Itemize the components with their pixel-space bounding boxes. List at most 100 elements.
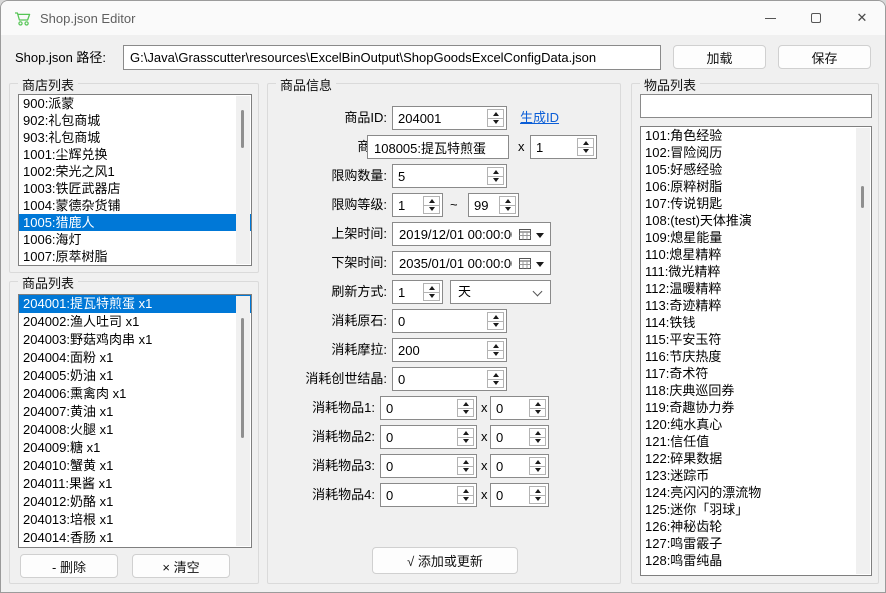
spinner-buttons[interactable] — [457, 428, 474, 446]
maximize-button[interactable] — [793, 1, 839, 35]
list-item[interactable]: 1004:蒙德杂货铺 — [19, 197, 251, 214]
clear-goods-button[interactable]: × 清空 — [132, 554, 230, 578]
list-item[interactable]: 108:(test)天体推演 — [641, 212, 871, 229]
path-input[interactable] — [124, 46, 660, 69]
spin-up-icon[interactable] — [488, 110, 503, 119]
list-item[interactable]: 113:奇迹精粹 — [641, 297, 871, 314]
spin-up-icon[interactable] — [530, 400, 545, 409]
spin-up-icon[interactable] — [578, 139, 593, 148]
spin-down-icon[interactable] — [488, 322, 503, 330]
item-listbox[interactable]: 101:角色经验102:冒险阅历105:好感经验106:原粹树脂107:传说钥匙… — [640, 126, 872, 576]
list-item[interactable]: 902:礼包商城 — [19, 112, 251, 129]
list-item[interactable]: 120:纯水真心 — [641, 416, 871, 433]
scrollbar-thumb[interactable] — [241, 318, 244, 438]
spin-up-icon[interactable] — [458, 487, 473, 496]
goods-name-input[interactable] — [368, 136, 508, 158]
spin-up-icon[interactable] — [500, 197, 515, 206]
spinner-buttons[interactable] — [529, 457, 546, 475]
close-button[interactable]: ✕ — [839, 1, 885, 35]
spinner-buttons[interactable] — [529, 486, 546, 504]
list-item[interactable]: 109:熄星能量 — [641, 229, 871, 246]
spin-up-icon[interactable] — [530, 458, 545, 467]
spin-up-icon[interactable] — [424, 197, 439, 206]
spinner-buttons[interactable] — [487, 370, 504, 388]
spinner-buttons[interactable] — [529, 399, 546, 417]
list-item[interactable]: 900:派蒙 — [19, 95, 251, 112]
spinner-buttons[interactable] — [423, 283, 440, 301]
list-item[interactable]: 125:迷你「羽球」 — [641, 501, 871, 518]
list-item[interactable]: 204012:奶酪 x1 — [19, 493, 251, 511]
scrollbar-track[interactable] — [236, 296, 250, 546]
spin-down-icon[interactable] — [500, 206, 515, 214]
spin-down-icon[interactable] — [458, 409, 473, 417]
list-item[interactable]: 115:平安玉符 — [641, 331, 871, 348]
list-item[interactable]: 204010:蟹黄 x1 — [19, 457, 251, 475]
shop-listbox[interactable]: 900:派蒙902:礼包商城903:礼包商城1001:尘辉兑换1002:荣光之风… — [18, 94, 252, 266]
list-item[interactable]: 124:亮闪闪的漂流物 — [641, 484, 871, 501]
spinner-buttons[interactable] — [487, 341, 504, 359]
spin-down-icon[interactable] — [424, 206, 439, 214]
spin-up-icon[interactable] — [488, 371, 503, 380]
list-item[interactable]: 127:鸣雷霰子 — [641, 535, 871, 552]
spinner-buttons[interactable] — [487, 167, 504, 185]
spin-up-icon[interactable] — [488, 342, 503, 351]
spin-down-icon[interactable] — [458, 467, 473, 475]
list-item[interactable]: 204003:野菇鸡肉串 x1 — [19, 331, 251, 349]
list-item[interactable]: 204013:培根 x1 — [19, 511, 251, 529]
spinner-buttons[interactable] — [457, 399, 474, 417]
spin-down-icon[interactable] — [424, 293, 439, 301]
calendar-icon[interactable] — [519, 257, 531, 269]
list-item[interactable]: 114:铁钱 — [641, 314, 871, 331]
spin-down-icon[interactable] — [458, 438, 473, 446]
spinner-buttons[interactable] — [529, 428, 546, 446]
spin-down-icon[interactable] — [488, 119, 503, 127]
list-item[interactable]: 123:迷踪币 — [641, 467, 871, 484]
list-item[interactable]: 204006:熏禽肉 x1 — [19, 385, 251, 403]
spin-up-icon[interactable] — [424, 284, 439, 293]
list-item[interactable]: 117:奇术符 — [641, 365, 871, 382]
generate-id-link[interactable]: 生成ID — [520, 106, 559, 130]
list-item[interactable]: 116:节庆热度 — [641, 348, 871, 365]
list-item[interactable]: 106:原粹树脂 — [641, 178, 871, 195]
list-item[interactable]: 102:冒险阅历 — [641, 144, 871, 161]
spinner-buttons[interactable] — [577, 138, 594, 156]
list-item[interactable]: 101:角色经验 — [641, 127, 871, 144]
list-item[interactable]: 1005:猎鹿人 — [19, 214, 251, 231]
list-item[interactable]: 204002:渔人吐司 x1 — [19, 313, 251, 331]
dropdown-arrow-icon[interactable] — [536, 262, 544, 267]
spin-up-icon[interactable] — [488, 168, 503, 177]
spin-down-icon[interactable] — [578, 148, 593, 156]
list-item[interactable]: 119:奇趣协力券 — [641, 399, 871, 416]
spin-up-icon[interactable] — [530, 487, 545, 496]
spinner-buttons[interactable] — [423, 196, 440, 214]
spinner-buttons[interactable] — [457, 457, 474, 475]
list-item[interactable]: 204001:提瓦特煎蛋 x1 — [19, 295, 251, 313]
spin-down-icon[interactable] — [530, 467, 545, 475]
list-item[interactable]: 122:碎果数据 — [641, 450, 871, 467]
list-item[interactable]: 204005:奶油 x1 — [19, 367, 251, 385]
spin-down-icon[interactable] — [458, 496, 473, 504]
spin-down-icon[interactable] — [488, 351, 503, 359]
delete-goods-button[interactable]: - 删除 — [20, 554, 118, 578]
list-item[interactable]: 118:庆典巡回券 — [641, 382, 871, 399]
scrollbar-thumb[interactable] — [241, 110, 244, 148]
add-or-update-button[interactable]: √ 添加或更新 — [372, 547, 518, 574]
spin-up-icon[interactable] — [458, 458, 473, 467]
spin-up-icon[interactable] — [488, 313, 503, 322]
scrollbar-thumb[interactable] — [861, 186, 864, 208]
save-button[interactable]: 保存 — [778, 45, 871, 69]
list-item[interactable]: 111:微光精粹 — [641, 263, 871, 280]
item-search-input[interactable] — [641, 95, 871, 117]
spinner-buttons[interactable] — [487, 312, 504, 330]
spin-down-icon[interactable] — [530, 496, 545, 504]
list-item[interactable]: 121:信任值 — [641, 433, 871, 450]
list-item[interactable]: 112:温暖精粹 — [641, 280, 871, 297]
load-button[interactable]: 加载 — [673, 45, 766, 69]
scrollbar-track[interactable] — [236, 96, 250, 264]
spinner-buttons[interactable] — [457, 486, 474, 504]
list-item[interactable]: 903:礼包商城 — [19, 129, 251, 146]
list-item[interactable]: 204011:果酱 x1 — [19, 475, 251, 493]
list-item[interactable]: 1002:荣光之风1 — [19, 163, 251, 180]
calendar-icon[interactable] — [519, 228, 531, 240]
list-item[interactable]: 110:熄星精粹 — [641, 246, 871, 263]
